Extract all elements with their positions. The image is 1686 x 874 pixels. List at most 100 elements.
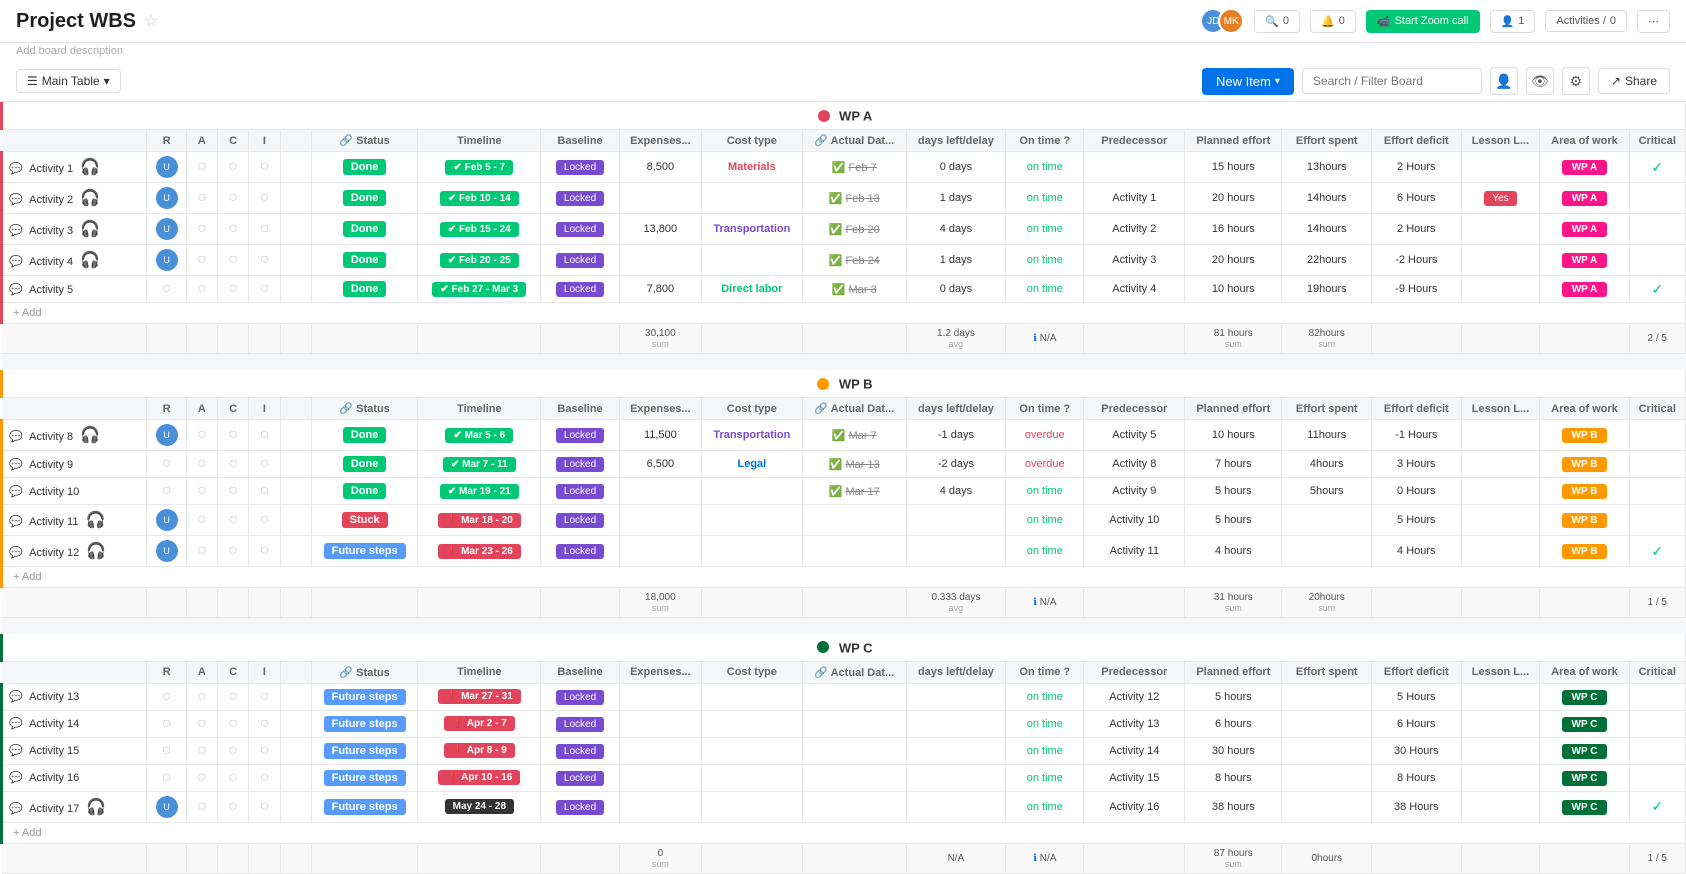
chat-icon[interactable]: 💬 xyxy=(9,718,23,730)
timeline-cell[interactable]: ✔ Feb 15 - 24 xyxy=(418,214,541,245)
baseline-cell: Locked xyxy=(541,478,619,505)
status-cell[interactable]: Future steps xyxy=(311,536,417,567)
timeline-cell[interactable]: ❗ Mar 27 - 31 xyxy=(418,683,541,710)
activities-btn[interactable]: Activities / 0 xyxy=(1545,10,1627,32)
table-row: 💬 Activity 16 ○ ○ ○ ○ Future steps ❗ Apr… xyxy=(2,764,1686,791)
status-cell[interactable]: Future steps xyxy=(311,791,417,822)
timeline-cell[interactable]: ❗ Mar 23 - 26 xyxy=(418,536,541,567)
chat-icon[interactable]: 💬 xyxy=(9,516,23,528)
status-cell[interactable]: Future steps xyxy=(311,710,417,737)
timeline-cell[interactable]: ❗ Apr 10 - 16 xyxy=(418,764,541,791)
add-row[interactable]: + Add xyxy=(2,822,1686,843)
chat-icon[interactable]: 💬 xyxy=(9,163,23,175)
i-cell: ○ xyxy=(249,505,280,536)
chat-icon[interactable]: 💬 xyxy=(9,225,23,237)
spent-cell xyxy=(1282,683,1372,710)
more-btn[interactable]: ⋯ xyxy=(1637,10,1670,33)
share-button[interactable]: ↗ Share xyxy=(1598,68,1670,94)
c-cell: ○ xyxy=(217,276,248,303)
bell-btn[interactable]: 🔔 0 xyxy=(1310,10,1356,33)
timeline-cell[interactable]: ❗ Apr 8 - 9 xyxy=(418,737,541,764)
zoom-btn[interactable]: 📹 Start Zoom call xyxy=(1366,10,1480,33)
chat-icon[interactable]: 💬 xyxy=(9,803,23,815)
c-cell: ○ xyxy=(217,683,248,710)
summary-days: 1.2 days avg xyxy=(906,324,1005,354)
timeline-cell[interactable]: ✔ Feb 5 - 7 xyxy=(418,152,541,183)
summary-days: 0.333 days avg xyxy=(906,588,1005,618)
eye-btn[interactable]: 👁 xyxy=(1526,67,1554,95)
status-cell[interactable]: Done xyxy=(311,245,417,276)
chat-icon[interactable]: 💬 xyxy=(9,431,23,443)
status-cell[interactable]: Future steps xyxy=(311,683,417,710)
deficit-cell: -9 Hours xyxy=(1372,276,1462,303)
status-cell[interactable]: Done xyxy=(311,276,417,303)
timeline-cell[interactable]: ✔ Mar 19 - 21 xyxy=(418,478,541,505)
timeline-cell[interactable]: ✔ Feb 20 - 25 xyxy=(418,245,541,276)
status-cell[interactable]: Done xyxy=(311,451,417,478)
expenses-cell xyxy=(619,536,701,567)
status-cell[interactable]: Stuck xyxy=(311,505,417,536)
add-row[interactable]: + Add xyxy=(2,303,1686,324)
status-cell[interactable]: Done xyxy=(311,420,417,451)
status-cell[interactable]: Done xyxy=(311,183,417,214)
days-left-cell: -1 days xyxy=(906,420,1005,451)
actual-date-cell: ✅ Mar 13 xyxy=(802,451,906,478)
cost-type-cell: Legal xyxy=(702,451,803,478)
col-header-row: R A C I 🔗 Status Timeline Baseline Expen… xyxy=(2,130,1686,152)
search-count: 0 xyxy=(1283,15,1289,27)
chat-icon[interactable]: 💬 xyxy=(9,691,23,703)
avatar-group: JD MK xyxy=(1200,8,1244,34)
search-input[interactable] xyxy=(1302,68,1482,94)
on-time-cell: on time xyxy=(1006,505,1084,536)
actual-date-cell: ✅ Feb 7 xyxy=(802,152,906,183)
chat-icon[interactable]: 💬 xyxy=(9,486,23,498)
table-selector[interactable]: ☰ Main Table ▾ xyxy=(16,69,121,93)
col-expenses: Expenses... xyxy=(619,398,701,420)
timeline-cell[interactable]: May 24 - 28 xyxy=(418,791,541,822)
chat-icon[interactable]: 💬 xyxy=(9,256,23,268)
timeline-cell[interactable]: ✔ Mar 7 - 11 xyxy=(418,451,541,478)
baseline-cell: Locked xyxy=(541,737,619,764)
deficit-cell: 2 Hours xyxy=(1372,152,1462,183)
a-cell: ○ xyxy=(186,420,217,451)
on-time-cell: on time xyxy=(1006,683,1084,710)
timeline-cell[interactable]: ❗ Mar 18 - 20 xyxy=(418,505,541,536)
add-label[interactable]: + Add xyxy=(2,822,1686,843)
expenses-cell xyxy=(619,737,701,764)
person-placeholder: ○ xyxy=(162,482,172,499)
status-cell[interactable]: Future steps xyxy=(311,737,417,764)
timeline-cell[interactable]: ❗ Apr 2 - 7 xyxy=(418,710,541,737)
col-predecessor: Predecessor xyxy=(1084,398,1185,420)
star-icon[interactable]: ☆ xyxy=(144,11,158,31)
person-filter-btn[interactable]: 👤 xyxy=(1490,67,1518,95)
chat-icon[interactable]: 💬 xyxy=(9,772,23,784)
status-cell[interactable]: Done xyxy=(311,478,417,505)
actual-date-cell xyxy=(802,764,906,791)
add-row[interactable]: + Add xyxy=(2,567,1686,588)
chat-icon[interactable]: 💬 xyxy=(9,547,23,559)
users-btn[interactable]: 👤 1 xyxy=(1490,10,1536,33)
status-cell[interactable]: Done xyxy=(311,152,417,183)
status-cell[interactable]: Done xyxy=(311,214,417,245)
col-c: C xyxy=(217,130,248,152)
status-cell[interactable]: Future steps xyxy=(311,764,417,791)
activity-name: 💬 Activity 13 xyxy=(2,683,147,710)
filter-btn[interactable]: ⚙ xyxy=(1562,67,1590,95)
empty-cell xyxy=(280,683,311,710)
chat-icon[interactable]: 💬 xyxy=(9,745,23,757)
new-item-button[interactable]: New Item ▾ xyxy=(1202,68,1294,95)
add-label[interactable]: + Add xyxy=(2,303,1686,324)
cost-type-cell xyxy=(702,737,803,764)
chat-icon[interactable]: 💬 xyxy=(9,284,23,296)
timeline-cell[interactable]: ✔ Mar 5 - 6 xyxy=(418,420,541,451)
days-left-cell xyxy=(906,683,1005,710)
summary-critical: 2 / 5 xyxy=(1629,324,1685,354)
chat-icon[interactable]: 💬 xyxy=(9,194,23,206)
col-c: C xyxy=(217,661,248,683)
add-label[interactable]: + Add xyxy=(2,567,1686,588)
chat-icon[interactable]: 💬 xyxy=(9,459,23,471)
timeline-cell[interactable]: ✔ Feb 27 - Mar 3 xyxy=(418,276,541,303)
search-btn[interactable]: 🔍 0 xyxy=(1254,10,1300,33)
cost-type-cell xyxy=(702,791,803,822)
timeline-cell[interactable]: ✔ Feb 10 - 14 xyxy=(418,183,541,214)
